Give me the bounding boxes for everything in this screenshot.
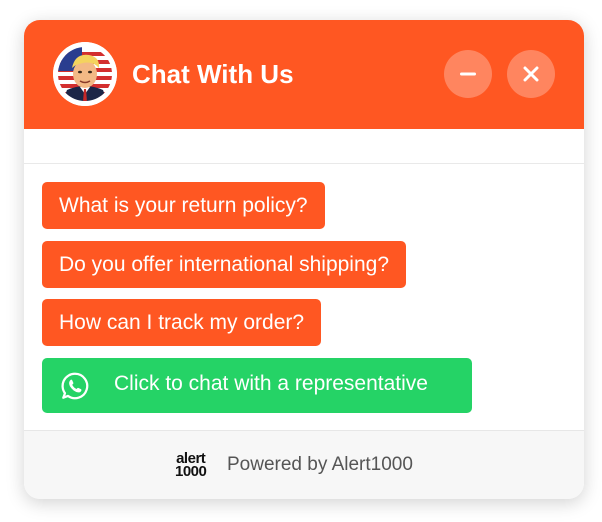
minimize-button[interactable] bbox=[444, 50, 492, 98]
powered-by-link[interactable]: Powered by Alert1000 bbox=[227, 453, 413, 477]
close-icon bbox=[523, 66, 539, 82]
chat-title: Chat With Us bbox=[132, 59, 294, 89]
alert1000-logo: alert 1000 bbox=[175, 451, 207, 480]
chat-widget: Chat With Us What is your return policy?… bbox=[24, 20, 584, 499]
logo-line-2: 1000 bbox=[175, 463, 207, 480]
quick-reply-track-order[interactable]: How can I track my order? bbox=[42, 299, 322, 346]
president-caricature-avatar bbox=[53, 42, 117, 106]
minus-icon bbox=[460, 72, 476, 76]
chat-header: Chat With Us bbox=[24, 20, 584, 129]
whatsapp-chat-label: Click to chat with a representative bbox=[114, 372, 428, 395]
avatar bbox=[53, 42, 117, 106]
close-button[interactable] bbox=[507, 50, 555, 98]
header-divider-bar bbox=[24, 129, 584, 164]
chat-footer: alert 1000 Powered by Alert1000 bbox=[24, 430, 584, 499]
whatsapp-icon bbox=[61, 372, 89, 400]
quick-reply-international-shipping[interactable]: Do you offer international shipping? bbox=[42, 241, 407, 288]
quick-reply-return-policy[interactable]: What is your return policy? bbox=[42, 182, 325, 229]
whatsapp-chat-button[interactable]: Click to chat with a representative bbox=[42, 358, 472, 413]
